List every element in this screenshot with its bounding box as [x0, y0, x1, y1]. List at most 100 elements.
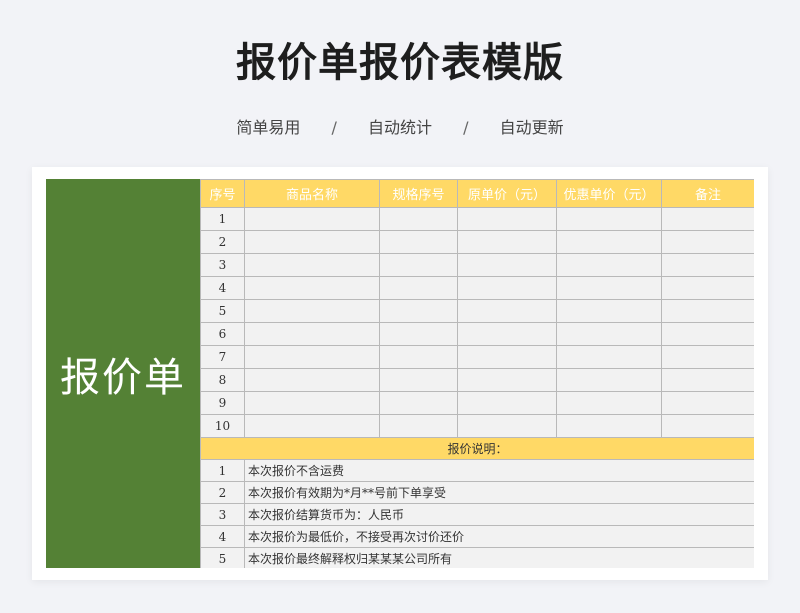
cell-spec[interactable] [379, 322, 458, 346]
cell-product[interactable] [244, 276, 380, 300]
cell-remarks[interactable] [661, 299, 754, 323]
cell-remarks[interactable] [661, 276, 754, 300]
cell-price[interactable] [457, 414, 557, 438]
quote-sheet: 报价单 序号 商品名称 规格序号 原单价（元） 优惠单价（元） 备注 1 2 3… [46, 179, 754, 568]
row-index: 9 [200, 391, 245, 415]
cell-discount[interactable] [556, 230, 662, 254]
col-header-spec: 规格序号 [379, 179, 458, 208]
cell-price[interactable] [457, 299, 557, 323]
cell-remarks[interactable] [661, 368, 754, 392]
cell-discount[interactable] [556, 276, 662, 300]
cell-remarks[interactable] [661, 230, 754, 254]
note-index: 4 [200, 525, 245, 548]
table-row: 9 [200, 391, 754, 415]
cell-discount[interactable] [556, 414, 662, 438]
feature-tags: 简单易用 / 自动统计 / 自动更新 [0, 114, 800, 138]
row-index: 4 [200, 276, 245, 300]
cell-discount[interactable] [556, 253, 662, 277]
note-row: 1 本次报价不含运费 [200, 459, 754, 482]
cell-discount[interactable] [556, 391, 662, 415]
col-header-discount: 优惠单价（元） [556, 179, 662, 208]
cell-remarks[interactable] [661, 391, 754, 415]
note-index: 5 [200, 547, 245, 568]
cell-spec[interactable] [379, 276, 458, 300]
cell-product[interactable] [244, 391, 380, 415]
side-label-block: 报价单 [46, 179, 200, 568]
cell-spec[interactable] [379, 230, 458, 254]
tag-separator: / [463, 118, 469, 137]
cell-spec[interactable] [379, 391, 458, 415]
table-row: 5 [200, 299, 754, 323]
table-row: 2 [200, 230, 754, 254]
cell-product[interactable] [244, 230, 380, 254]
cell-product[interactable] [244, 414, 380, 438]
page-title: 报价单报价表模版 [236, 40, 564, 86]
cell-spec[interactable] [379, 207, 458, 231]
cell-price[interactable] [457, 322, 557, 346]
tag-separator: / [331, 118, 337, 137]
cell-remarks[interactable] [661, 345, 754, 369]
cell-spec[interactable] [379, 345, 458, 369]
note-text: 本次报价为最低价，不接受再次讨价还价 [244, 525, 754, 548]
col-header-price: 原单价（元） [457, 179, 557, 208]
cell-remarks[interactable] [661, 322, 754, 346]
cell-spec[interactable] [379, 299, 458, 323]
side-label: 报价单 [60, 354, 186, 401]
note-text: 本次报价最终解释权归某某某公司所有 [244, 547, 754, 568]
quote-table: 序号 商品名称 规格序号 原单价（元） 优惠单价（元） 备注 1 2 3 4 5… [200, 179, 754, 568]
table-row: 1 [200, 207, 754, 231]
cell-price[interactable] [457, 253, 557, 277]
note-index: 3 [200, 503, 245, 526]
cell-discount[interactable] [556, 322, 662, 346]
cell-price[interactable] [457, 391, 557, 415]
row-index: 3 [200, 253, 245, 277]
note-row: 4 本次报价为最低价，不接受再次讨价还价 [200, 525, 754, 548]
cell-price[interactable] [457, 207, 557, 231]
cell-price[interactable] [457, 345, 557, 369]
row-index: 6 [200, 322, 245, 346]
note-text: 本次报价不含运费 [244, 459, 754, 482]
cell-product[interactable] [244, 299, 380, 323]
row-index: 7 [200, 345, 245, 369]
table-row: 10 [200, 414, 754, 438]
cell-spec[interactable] [379, 253, 458, 277]
cell-price[interactable] [457, 230, 557, 254]
cell-discount[interactable] [556, 299, 662, 323]
cell-discount[interactable] [556, 207, 662, 231]
cell-spec[interactable] [379, 414, 458, 438]
note-row: 3 本次报价结算货币为：人民币 [200, 503, 754, 526]
cell-price[interactable] [457, 368, 557, 392]
cell-discount[interactable] [556, 368, 662, 392]
cell-remarks[interactable] [661, 414, 754, 438]
cell-discount[interactable] [556, 345, 662, 369]
cell-product[interactable] [244, 368, 380, 392]
note-row: 2 本次报价有效期为*月**号前下单享受 [200, 481, 754, 504]
note-text: 本次报价结算货币为：人民币 [244, 503, 754, 526]
cell-product[interactable] [244, 253, 380, 277]
row-index: 8 [200, 368, 245, 392]
tag-easy: 简单易用 [236, 118, 301, 137]
cell-remarks[interactable] [661, 207, 754, 231]
table-row: 6 [200, 322, 754, 346]
col-header-remarks: 备注 [661, 179, 754, 208]
notes-title: 报价说明： [200, 437, 754, 460]
cell-product[interactable] [244, 322, 380, 346]
note-text: 本次报价有效期为*月**号前下单享受 [244, 481, 754, 504]
row-index: 10 [200, 414, 245, 438]
row-index: 5 [200, 299, 245, 323]
row-index: 1 [200, 207, 245, 231]
cell-product[interactable] [244, 345, 380, 369]
table-row: 3 [200, 253, 754, 277]
cell-product[interactable] [244, 207, 380, 231]
cell-remarks[interactable] [661, 253, 754, 277]
cell-spec[interactable] [379, 368, 458, 392]
note-index: 2 [200, 481, 245, 504]
cell-price[interactable] [457, 276, 557, 300]
header-row: 序号 商品名称 规格序号 原单价（元） 优惠单价（元） 备注 [200, 179, 754, 208]
note-index: 1 [200, 459, 245, 482]
col-header-index: 序号 [200, 179, 245, 208]
table-row: 4 [200, 276, 754, 300]
tag-auto-update: 自动更新 [499, 118, 564, 137]
notes-header-row: 报价说明： [200, 437, 754, 460]
col-header-product: 商品名称 [244, 179, 380, 208]
